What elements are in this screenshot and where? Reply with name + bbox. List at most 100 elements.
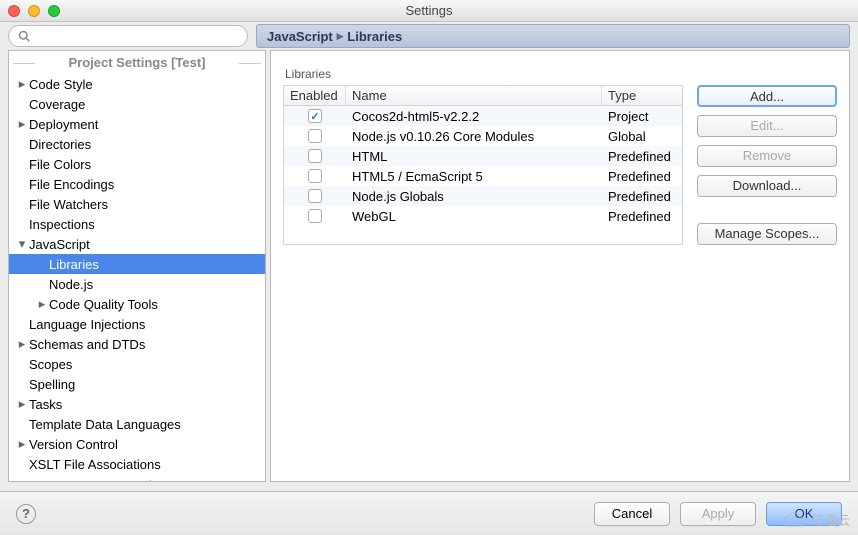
tree-item-label: File Colors <box>29 157 91 172</box>
add-button[interactable]: Add... <box>697 85 837 107</box>
tree-item-label: File Encodings <box>29 177 114 192</box>
table-row[interactable]: WebGLPredefined <box>284 206 682 226</box>
library-type: Global <box>602 129 682 144</box>
table-row[interactable]: Node.js GlobalsPredefined <box>284 186 682 206</box>
library-name: HTML <box>346 149 602 164</box>
enabled-checkbox[interactable] <box>308 109 322 123</box>
tree-item-label: Language Injections <box>29 317 145 332</box>
window-title: Settings <box>0 3 858 18</box>
tree-item[interactable]: Language Injections <box>9 314 265 334</box>
toolbar: JavaScript ▸ Libraries <box>0 22 858 50</box>
table-row[interactable]: Cocos2d-html5-v2.2.2Project <box>284 106 682 126</box>
search-input[interactable] <box>35 29 239 43</box>
library-type: Predefined <box>602 169 682 184</box>
chevron-down-icon[interactable]: ▾ <box>15 236 29 252</box>
tree-item-label: Deployment <box>29 117 98 132</box>
breadcrumb-root[interactable]: JavaScript <box>267 29 333 44</box>
watermark: 亿速云 <box>783 510 850 529</box>
enabled-checkbox[interactable] <box>308 149 322 163</box>
tree-item[interactable]: ▸Deployment <box>9 114 265 134</box>
edit-button[interactable]: Edit... <box>697 115 837 137</box>
column-name[interactable]: Name <box>346 86 602 105</box>
library-name: Cocos2d-html5-v2.2.2 <box>346 109 602 124</box>
tree-item[interactable]: Directories <box>9 134 265 154</box>
tree-item-label: Tasks <box>29 397 62 412</box>
download-button[interactable]: Download... <box>697 175 837 197</box>
tree-item-label: Libraries <box>49 257 99 272</box>
tree-item[interactable]: Scopes <box>9 354 265 374</box>
action-buttons: Add... Edit... Remove Download... Manage… <box>697 85 837 245</box>
tree-item-label: Code Style <box>29 77 93 92</box>
tree-item[interactable]: File Watchers <box>9 194 265 214</box>
library-type: Predefined <box>602 189 682 204</box>
breadcrumb: JavaScript ▸ Libraries <box>256 24 850 48</box>
tree-item-label: Version Control <box>29 437 118 452</box>
section-label: Libraries <box>285 67 837 81</box>
dialog-footer: ? Cancel Apply OK <box>0 491 858 535</box>
group-header-ide: IDE Settings <box>9 478 265 482</box>
library-name: Node.js v0.10.26 Core Modules <box>346 129 602 144</box>
tree-item[interactable]: ▸Code Style <box>9 74 265 94</box>
table-row[interactable]: HTMLPredefined <box>284 146 682 166</box>
tree-item[interactable]: Inspections <box>9 214 265 234</box>
tree-item[interactable]: Template Data Languages <box>9 414 265 434</box>
apply-button[interactable]: Apply <box>680 502 756 526</box>
table-header: Enabled Name Type <box>284 86 682 106</box>
chevron-right-icon[interactable]: ▸ <box>15 436 29 452</box>
tree-item[interactable]: ▸Tasks <box>9 394 265 414</box>
tree-item[interactable]: ▾JavaScript <box>9 234 265 254</box>
column-enabled[interactable]: Enabled <box>284 86 346 105</box>
chevron-right-icon[interactable]: ▸ <box>15 76 29 92</box>
help-button[interactable]: ? <box>16 504 36 524</box>
chevron-right-icon[interactable]: ▸ <box>15 336 29 352</box>
library-type: Predefined <box>602 149 682 164</box>
tree-item-label: Directories <box>29 137 91 152</box>
tree-item-label: XSLT File Associations <box>29 457 161 472</box>
minimize-window-button[interactable] <box>28 5 40 17</box>
tree-item-label: Node.js <box>49 277 93 292</box>
tree-item-label: Schemas and DTDs <box>29 337 145 352</box>
manage-scopes-button[interactable]: Manage Scopes... <box>697 223 837 245</box>
zoom-window-button[interactable] <box>48 5 60 17</box>
tree-item[interactable]: ▸Schemas and DTDs <box>9 334 265 354</box>
tree-item[interactable]: Node.js <box>9 274 265 294</box>
tree-item-label: Coverage <box>29 97 85 112</box>
table-row[interactable]: HTML5 / EcmaScript 5Predefined <box>284 166 682 186</box>
column-type[interactable]: Type <box>602 86 682 105</box>
tree-item-label: Inspections <box>29 217 95 232</box>
tree-item[interactable]: File Colors <box>9 154 265 174</box>
library-name: HTML5 / EcmaScript 5 <box>346 169 602 184</box>
tree-item[interactable]: Libraries <box>9 254 265 274</box>
search-icon <box>17 30 31 42</box>
tree-item[interactable]: File Encodings <box>9 174 265 194</box>
search-field[interactable] <box>8 25 248 47</box>
libraries-table[interactable]: Enabled Name Type Cocos2d-html5-v2.2.2Pr… <box>283 85 683 245</box>
group-header-project: Project Settings [Test] <box>9 55 265 70</box>
enabled-checkbox[interactable] <box>308 209 322 223</box>
tree-item[interactable]: ▸Code Quality Tools <box>9 294 265 314</box>
settings-tree[interactable]: Project Settings [Test] ▸Code StyleCover… <box>8 50 266 482</box>
tree-item-label: Scopes <box>29 357 72 372</box>
enabled-checkbox[interactable] <box>308 129 322 143</box>
cancel-button[interactable]: Cancel <box>594 502 670 526</box>
tree-item[interactable]: Spelling <box>9 374 265 394</box>
enabled-checkbox[interactable] <box>308 189 322 203</box>
chevron-right-icon[interactable]: ▸ <box>35 296 49 312</box>
tree-item[interactable]: Coverage <box>9 94 265 114</box>
tree-item-label: File Watchers <box>29 197 108 212</box>
breadcrumb-leaf: Libraries <box>347 29 402 44</box>
tree-item-label: Spelling <box>29 377 75 392</box>
remove-button[interactable]: Remove <box>697 145 837 167</box>
chevron-right-icon[interactable]: ▸ <box>15 396 29 412</box>
tree-item[interactable]: ▸Version Control <box>9 434 265 454</box>
tree-item-label: JavaScript <box>29 237 90 252</box>
chevron-right-icon: ▸ <box>337 28 344 44</box>
chevron-right-icon[interactable]: ▸ <box>15 116 29 132</box>
tree-item-label: Code Quality Tools <box>49 297 158 312</box>
close-window-button[interactable] <box>8 5 20 17</box>
table-row[interactable]: Node.js v0.10.26 Core ModulesGlobal <box>284 126 682 146</box>
enabled-checkbox[interactable] <box>308 169 322 183</box>
library-type: Predefined <box>602 209 682 224</box>
tree-item-label: Template Data Languages <box>29 417 181 432</box>
tree-item[interactable]: XSLT File Associations <box>9 454 265 474</box>
